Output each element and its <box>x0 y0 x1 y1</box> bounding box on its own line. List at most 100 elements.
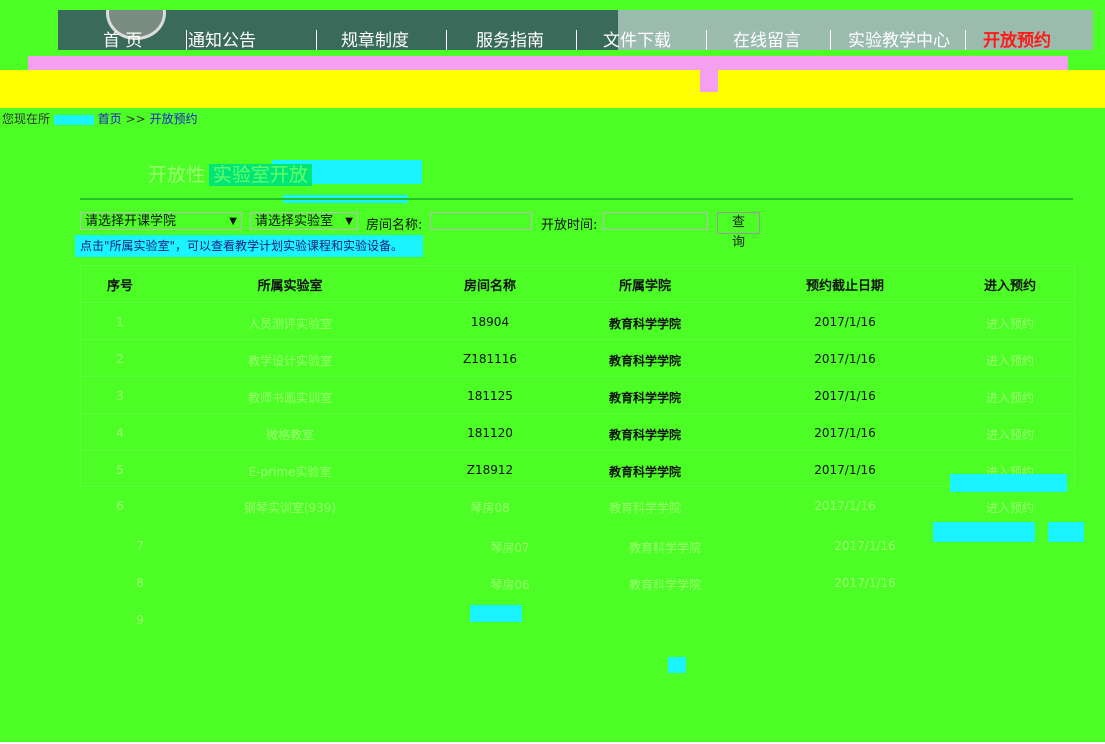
table-row: 5 E-prime实验室 Z18912 教育科学学院 2017/1/16 进入预… <box>80 450 1075 488</box>
nav-separator <box>576 30 577 50</box>
nav-teaching-center[interactable]: 实验教学中心 <box>848 30 950 52</box>
nav-separator <box>446 30 447 50</box>
cell-room: Z18912 <box>466 463 514 477</box>
cell-room: 琴房06 <box>490 578 530 592</box>
header-no: 序号 <box>106 279 133 294</box>
query-button[interactable]: 查询 <box>717 212 761 250</box>
cell-room: 18904 <box>470 315 510 329</box>
cell-no: 6 <box>116 499 124 513</box>
chevron-down-icon: ▼ <box>345 216 353 227</box>
cell-college: 教育科学学院 <box>608 354 681 368</box>
header-action: 进入预约 <box>983 279 1036 294</box>
nav-open-booking[interactable]: 开放预约 <box>983 30 1051 52</box>
open-time-input[interactable] <box>603 212 708 230</box>
table-row: 6 钢琴实训室(939) 琴房08 教育科学学院 2017/1/16 进入预约 <box>80 487 1075 524</box>
table-row: 9 <box>100 601 1095 638</box>
section-title: 开放性 实验室开放 <box>148 160 312 187</box>
room-name-label: 房间名称: <box>366 218 423 233</box>
decor-cyan-box <box>470 605 522 622</box>
cell-room: 181125 <box>467 389 513 403</box>
cell-room: 181120 <box>467 426 513 440</box>
cell-deadline: 2017/1/16 <box>814 499 876 513</box>
lab-link[interactable]: 钢琴实训室(939) <box>210 499 370 516</box>
breadcrumb-current: 开放预约 <box>149 112 198 126</box>
cell-deadline: 2017/1/16 <box>814 389 876 403</box>
header-lab: 所属实验室 <box>257 279 323 294</box>
cell-no: 1 <box>116 315 124 329</box>
table-row: 2 教学设计实验室 Z181116 教育科学学院 2017/1/16 进入预约 <box>80 339 1075 377</box>
book-link[interactable]: 进入预约 <box>960 389 1060 406</box>
college-select[interactable]: 请选择开课学院 ▼ <box>80 212 242 230</box>
cell-no: 5 <box>116 463 124 477</box>
table-row: 3 教师书画实训室 181125 教育科学学院 2017/1/16 进入预约 <box>80 376 1075 414</box>
cell-college: 教育科学学院 <box>608 501 681 515</box>
book-link[interactable]: 进入预约 <box>960 426 1060 443</box>
nav-home[interactable]: 首 页 <box>103 30 142 52</box>
header-room: 房间名称 <box>463 279 516 294</box>
cell-deadline: 2017/1/16 <box>834 539 896 553</box>
decor-cyan-box <box>950 474 1067 492</box>
cell-deadline: 2017/1/16 <box>814 426 876 440</box>
breadcrumb-prefix: 您现在所 <box>2 112 51 126</box>
header-deadline: 预约截止日期 <box>805 279 884 294</box>
chevron-down-icon: ▼ <box>229 216 237 227</box>
lab-link[interactable]: 教师书画实训室 <box>210 389 370 406</box>
header-college: 所属学院 <box>618 279 671 294</box>
lab-link[interactable]: E-prime实验室 <box>210 463 370 480</box>
cell-college: 教育科学学院 <box>628 541 701 555</box>
section-title-highlight: 实验室开放 <box>208 164 312 186</box>
cell-no: 9 <box>136 613 144 627</box>
lab-select-value: 请选择实验室 <box>255 214 334 229</box>
nav-notices[interactable]: 通知公告 <box>188 30 256 52</box>
cell-college: 教育科学学院 <box>628 578 701 592</box>
cell-no: 2 <box>116 352 124 366</box>
decor-cyan-box <box>668 657 686 673</box>
lab-link[interactable]: 微格教室 <box>210 426 370 443</box>
breadcrumb-home-link[interactable]: 首页 <box>98 112 122 126</box>
nav-messages[interactable]: 在线留言 <box>733 30 801 52</box>
table-row: 1 人员测评实验室 18904 教育科学学院 2017/1/16 进入预约 <box>80 302 1075 340</box>
book-link[interactable]: 进入预约 <box>960 499 1060 516</box>
book-link[interactable]: 进入预约 <box>960 352 1060 369</box>
table-row: 4 微格教室 181120 教育科学学院 2017/1/16 进入预约 <box>80 413 1075 451</box>
cell-no: 8 <box>136 576 144 590</box>
cell-deadline: 2017/1/16 <box>814 315 876 329</box>
cell-deadline: 2017/1/16 <box>834 576 896 590</box>
main-nav: 首 页 通知公告 规章制度 服务指南 文件下载 在线留言 实验教学中心 开放预约 <box>58 28 1093 54</box>
nav-downloads[interactable]: 文件下载 <box>603 30 671 52</box>
college-select-value: 请选择开课学院 <box>85 214 177 229</box>
cell-room: 琴房07 <box>490 541 530 555</box>
nav-separator <box>830 30 831 50</box>
lab-link[interactable]: 教学设计实验室 <box>210 352 370 369</box>
cell-no: 3 <box>116 389 124 403</box>
cell-college: 教育科学学院 <box>608 391 681 405</box>
table-row: 8 琴房06 教育科学学院 2017/1/16 <box>100 564 1095 601</box>
cell-room: 琴房08 <box>470 501 510 515</box>
breadcrumb-mark <box>53 114 94 125</box>
decor-block <box>700 70 718 92</box>
book-link[interactable]: 进入预约 <box>960 315 1060 332</box>
cell-college: 教育科学学院 <box>608 317 681 331</box>
decor-strip <box>0 70 1105 108</box>
nav-separator <box>316 30 317 50</box>
title-divider <box>80 198 1073 200</box>
cell-college: 教育科学学院 <box>608 465 681 479</box>
cell-deadline: 2017/1/16 <box>814 352 876 366</box>
breadcrumb-separator: >> <box>125 112 146 126</box>
lab-link[interactable]: 人员测评实验室 <box>210 315 370 332</box>
decor-cyan-box <box>933 522 1035 542</box>
page: 首 页 通知公告 规章制度 服务指南 文件下载 在线留言 实验教学中心 开放预约… <box>0 0 1105 744</box>
room-name-input[interactable] <box>430 212 532 230</box>
section-title-text: 开放性 <box>148 164 206 186</box>
cell-no: 7 <box>136 539 144 553</box>
cell-no: 4 <box>116 426 124 440</box>
nav-separator <box>186 30 187 50</box>
nav-service-guide[interactable]: 服务指南 <box>476 30 544 52</box>
open-time-label: 开放时间: <box>541 218 598 233</box>
decor-cyan-box <box>1048 522 1084 542</box>
lab-select[interactable]: 请选择实验室 ▼ <box>250 212 358 230</box>
cell-deadline: 2017/1/16 <box>814 463 876 477</box>
nav-separator <box>965 30 966 50</box>
nav-regulations[interactable]: 规章制度 <box>341 30 409 52</box>
breadcrumb: 您现在所 首页 >> 开放预约 <box>2 110 197 127</box>
